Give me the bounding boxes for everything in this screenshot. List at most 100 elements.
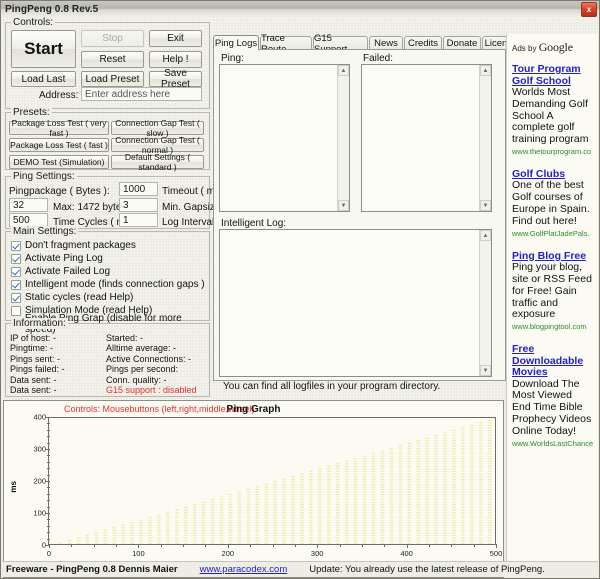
exit-button[interactable]: Exit	[149, 30, 202, 47]
y-tick-mark	[46, 481, 50, 482]
x-tick-label: 500	[489, 549, 503, 558]
preset-connection-gap-normal[interactable]: Connection Gap Test ( normal )	[111, 135, 204, 155]
y-tick-minor	[47, 532, 50, 534]
logfiles-note: You can find all logfiles in your progra…	[223, 381, 441, 392]
bytes-input[interactable]: 32	[9, 198, 48, 212]
x-tick-minor	[272, 544, 274, 547]
reset-button[interactable]: Reset	[81, 51, 144, 68]
main-setting-label: Don't fragment packages	[25, 240, 136, 251]
tab-news[interactable]: News	[369, 36, 403, 50]
scroll-down-icon[interactable]: ▼	[338, 200, 349, 211]
x-tick-mark	[49, 544, 50, 548]
tab-trace-route[interactable]: Trace Route	[260, 33, 312, 55]
checkbox-icon[interactable]	[11, 305, 21, 316]
time-cycles-input[interactable]: 500	[9, 213, 48, 227]
info-left-line-5: Data sent: -	[10, 385, 57, 396]
x-tick-minor	[473, 544, 475, 547]
y-tick-minor	[47, 455, 50, 457]
tab-credits[interactable]: Credits	[404, 36, 442, 50]
chart-y-ticks: 0 100 200 300 400	[33, 413, 50, 550]
ad-title-link[interactable]: Free Downloadable Movies	[512, 343, 593, 379]
preset-package-loss-fast[interactable]: Package Loss Test ( fast )	[9, 138, 109, 152]
preset-connection-gap-slow[interactable]: Connection Gap Test ( slow )	[111, 118, 204, 138]
main-setting-row-3[interactable]: Intelligent mode (finds connection gaps …	[11, 278, 206, 291]
tab-strip: Ping Logs Trace Route G15 Support News C…	[213, 33, 520, 55]
checkbox-icon[interactable]	[11, 279, 21, 290]
app-window: PingPeng 0.8 Rev.5 x Controls: Start Sto…	[0, 0, 600, 579]
y-tick-minor	[47, 538, 50, 540]
intelligent-log-textarea[interactable]: ▲ ▼	[219, 229, 492, 377]
g15-support-status: G15 support : disabled	[106, 385, 197, 396]
x-tick-minor	[116, 544, 118, 547]
main-settings-caption: Main Settings:	[11, 226, 79, 237]
ad-title-link[interactable]: Tour Program Golf School	[512, 63, 593, 87]
checkbox-icon[interactable]	[11, 253, 21, 264]
chart-plot-area[interactable]	[49, 417, 496, 545]
main-setting-row-0[interactable]: Don't fragment packages	[11, 239, 206, 252]
log-intervall-input[interactable]: 1	[119, 213, 158, 227]
timeout-input[interactable]: 1000	[119, 182, 158, 196]
y-tick-minor	[47, 519, 50, 521]
tab-g15-support[interactable]: G15 Support	[313, 33, 368, 55]
checkbox-icon[interactable]	[11, 266, 21, 277]
presets-caption: Presets:	[11, 107, 52, 118]
x-tick-minor	[361, 544, 363, 547]
help-button[interactable]: Help !	[149, 51, 202, 68]
max-bytes-label: Max: 1472 bytes	[53, 202, 127, 213]
address-label: Address:	[39, 90, 79, 101]
main-setting-row-1[interactable]: Activate Ping Log	[11, 252, 206, 265]
failed-log-label: Failed:	[363, 53, 394, 64]
checkbox-icon[interactable]	[11, 240, 21, 251]
ad-body-text: Download The Most Viewed End Time Bible …	[512, 377, 592, 437]
address-input[interactable]: Enter address here	[81, 87, 202, 101]
scroll-down-icon[interactable]: ▼	[480, 365, 491, 376]
ping-graph-panel[interactable]: Controls: Mousebuttons (left,right,middl…	[3, 400, 504, 578]
x-tick-mark	[138, 544, 140, 548]
ad-body-text: One of the best Golf courses of Europe i…	[512, 179, 590, 227]
ping-log-scrollbar[interactable]: ▲ ▼	[337, 65, 349, 211]
failed-log-textarea[interactable]: ▲ ▼	[361, 64, 492, 212]
ads-panel: Ads by Google Tour Program Golf School Wo…	[506, 34, 598, 561]
x-tick-minor	[93, 544, 95, 547]
save-preset-button[interactable]: Save Preset	[149, 68, 202, 90]
close-button[interactable]: x	[581, 2, 597, 17]
start-button[interactable]: Start	[11, 30, 76, 68]
scroll-up-icon[interactable]: ▲	[338, 65, 349, 76]
x-tick-minor	[428, 544, 430, 547]
failed-log-scrollbar[interactable]: ▲ ▼	[479, 65, 491, 211]
y-tick-mark	[46, 449, 50, 450]
status-website-link[interactable]: www.paracodex.com	[200, 564, 288, 575]
load-last-button[interactable]: Load Last	[11, 71, 76, 87]
main-setting-row-2[interactable]: Activate Failed Log	[11, 265, 206, 278]
preset-package-loss-very-fast[interactable]: Package Loss Test ( very fast )	[9, 118, 109, 138]
y-tick-mark	[46, 513, 50, 514]
scroll-up-icon[interactable]: ▲	[480, 230, 491, 241]
ping-log-label: Ping:	[221, 53, 244, 64]
controls-caption: Controls:	[11, 17, 56, 28]
load-preset-button[interactable]: Load Preset	[81, 71, 144, 87]
info-left-line-4: Data sent: -	[10, 374, 57, 385]
main-setting-row-4[interactable]: Static cycles (read Help)	[11, 291, 206, 304]
chart-y-axis-label: ms	[9, 481, 18, 493]
intelligent-log-label: Intelligent Log:	[221, 218, 287, 229]
stop-button: Stop	[81, 30, 144, 47]
intelligent-log-scrollbar[interactable]: ▲ ▼	[479, 230, 491, 376]
checkbox-icon[interactable]	[11, 292, 21, 303]
scroll-up-icon[interactable]: ▲	[480, 65, 491, 76]
ping-log-textarea[interactable]: ▲ ▼	[219, 64, 350, 212]
tab-donate[interactable]: Donate	[443, 36, 481, 50]
y-tick-mark	[46, 417, 50, 418]
preset-default-settings[interactable]: Default Settings ( standard )	[111, 152, 204, 172]
preset-demo-test[interactable]: DEMO Test (Simulation)	[9, 155, 109, 169]
x-tick-mark	[317, 544, 319, 548]
y-tick-minor	[47, 423, 50, 425]
min-gapsize-input[interactable]: 3	[119, 198, 158, 212]
tab-ping-logs[interactable]: Ping Logs	[213, 35, 259, 50]
x-tick-label: 0	[46, 549, 52, 558]
scroll-down-icon[interactable]: ▼	[480, 200, 491, 211]
y-tick-minor	[47, 487, 50, 489]
x-tick-minor	[451, 544, 453, 547]
ads-by-google-label: Ads by Google	[512, 40, 593, 55]
y-tick-label: 400	[33, 412, 46, 422]
chart-title: Ping Graph	[226, 404, 281, 415]
